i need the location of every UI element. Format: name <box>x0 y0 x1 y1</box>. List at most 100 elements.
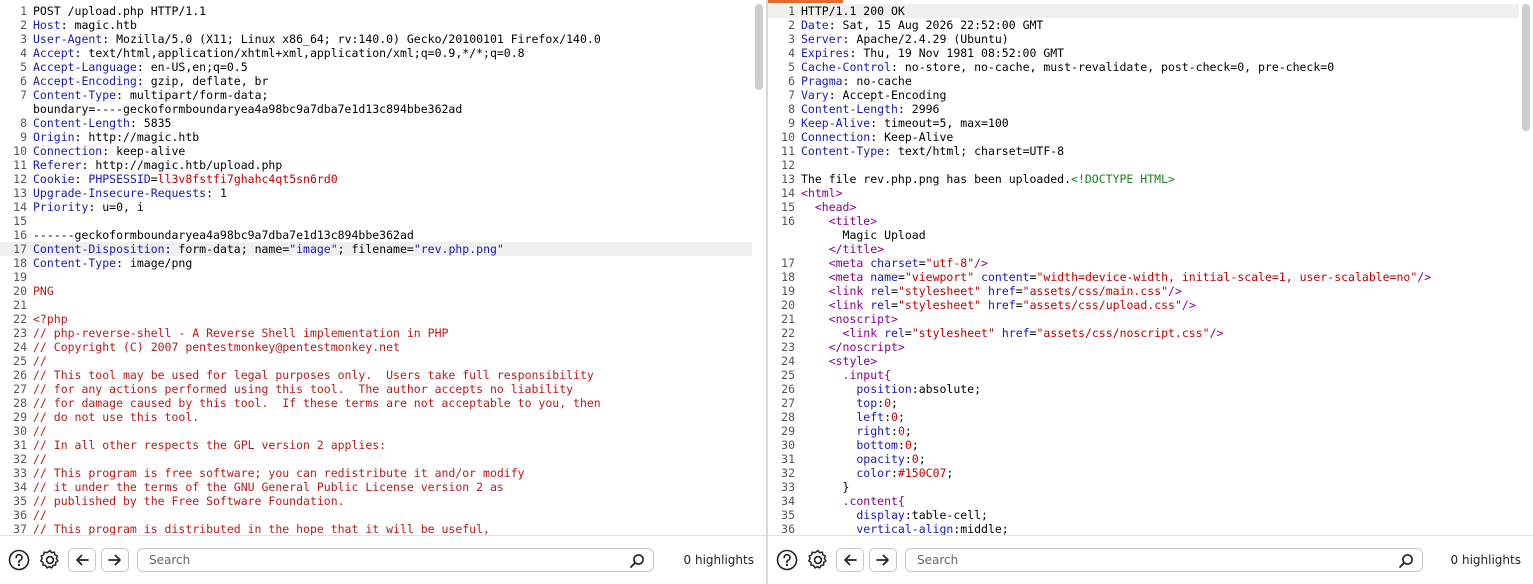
code-line[interactable]: 34 .content{ <box>768 494 1519 508</box>
line-code: Server: Apache/2.4.29 (Ubuntu) <box>801 32 1519 46</box>
gear-icon[interactable] <box>805 547 831 573</box>
code-line[interactable]: 33 } <box>768 480 1519 494</box>
code-line[interactable]: 37 // This program is distributed in the … <box>0 522 752 535</box>
code-line[interactable]: 5 Accept-Language: en-US,en;q=0.5 <box>0 60 752 74</box>
code-line[interactable]: 7 Vary: Accept-Encoding <box>768 88 1519 102</box>
code-line[interactable]: 21 <noscript> <box>768 312 1519 326</box>
request-search-input[interactable] <box>149 553 619 567</box>
next-button[interactable] <box>869 548 897 572</box>
code-line[interactable]: 12 <box>768 158 1519 172</box>
help-icon[interactable] <box>774 547 800 573</box>
code-line[interactable]: 16 ------geckoformboundaryea4a98bc9a7dba7… <box>0 228 752 242</box>
code-line[interactable]: 22 <link rel="stylesheet" href="assets/c… <box>768 326 1519 340</box>
code-line[interactable]: 18 <meta name="viewport" content="width=… <box>768 270 1519 284</box>
code-line[interactable]: 17 <meta charset="utf-8"/> <box>768 256 1519 270</box>
code-line[interactable]: 9 Origin: http://magic.htb <box>0 130 752 144</box>
code-line[interactable]: 28 left:0; <box>768 410 1519 424</box>
code-line[interactable]: 25 // <box>0 354 752 368</box>
code-line[interactable]: 19 <box>0 270 752 284</box>
code-line[interactable]: 24 // Copyright (C) 2007 pentestmonkey@pe… <box>0 340 752 354</box>
code-line[interactable]: 20 PNG <box>0 284 752 298</box>
code-line[interactable]: 21 <box>0 298 752 312</box>
response-search-input[interactable] <box>917 553 1387 567</box>
code-line[interactable]: 4 Expires: Thu, 19 Nov 1981 08:52:00 GMT <box>768 46 1519 60</box>
code-line[interactable]: 31 // In all other respects the GPL versi… <box>0 438 752 452</box>
code-line[interactable]: 16 <title> <box>768 214 1519 228</box>
code-line[interactable]: 8 Content-Length: 2996 <box>768 102 1519 116</box>
code-line[interactable]: 25 .input{ <box>768 368 1519 382</box>
code-line[interactable]: 33 // This program is free software; you … <box>0 466 752 480</box>
code-line[interactable]: 9 Keep-Alive: timeout=5, max=100 <box>768 116 1519 130</box>
code-line[interactable]: 2 Date: Sat, 15 Aug 2026 22:52:00 GMT <box>768 18 1519 32</box>
code-line[interactable]: 32 // <box>0 452 752 466</box>
code-line[interactable]: 36 vertical-align:middle; <box>768 522 1519 535</box>
code-line[interactable]: 29 right:0; <box>768 424 1519 438</box>
code-line[interactable]: 2 Host: magic.htb <box>0 18 752 32</box>
code-line[interactable]: 14 Priority: u=0, i <box>0 200 752 214</box>
code-line[interactable]: 3 User-Agent: Mozilla/5.0 (X11; Linux x86… <box>0 32 752 46</box>
code-line[interactable]: 22 <?php <box>0 312 752 326</box>
code-line[interactable]: 30 bottom:0; <box>768 438 1519 452</box>
help-icon[interactable] <box>6 547 32 573</box>
previous-button[interactable] <box>836 548 864 572</box>
code-line[interactable]: 8 Content-Length: 5835 <box>0 116 752 130</box>
search-icon[interactable] <box>1398 553 1414 572</box>
code-line[interactable]: 28 // for damage caused by this tool. If … <box>0 396 752 410</box>
code-line[interactable]: 4 Accept: text/html,application/xhtml+xml… <box>0 46 752 60</box>
response-editor[interactable]: 1 HTTP/1.1 200 OK 2 Date: Sat, 15 Aug 2026 … <box>768 4 1519 535</box>
code-line[interactable]: Magic Upload <box>768 228 1519 242</box>
code-line[interactable]: 17 Content-Disposition: form-data; name="… <box>0 242 752 256</box>
code-line[interactable]: 6 Accept-Encoding: gzip, deflate, br <box>0 74 752 88</box>
code-line[interactable]: 13 Upgrade-Insecure-Requests: 1 <box>0 186 752 200</box>
response-scrollbar[interactable] <box>1522 4 1530 535</box>
code-line[interactable]: 11 Content-Type: text/html; charset=UTF-8 <box>768 144 1519 158</box>
response-scrollbar-thumb[interactable] <box>1522 4 1530 131</box>
code-line[interactable]: 15 <head> <box>768 200 1519 214</box>
code-line[interactable]: 10 Connection: Keep-Alive <box>768 130 1519 144</box>
code-token: "viewport" <box>904 270 975 284</box>
code-line[interactable]: 3 Server: Apache/2.4.29 (Ubuntu) <box>768 32 1519 46</box>
request-scrollbar[interactable] <box>755 4 763 535</box>
code-line[interactable]: 34 // it under the terms of the GNU Gener… <box>0 480 752 494</box>
code-line[interactable]: 1 HTTP/1.1 200 OK <box>768 4 1519 18</box>
code-line[interactable]: 27 top:0; <box>768 396 1519 410</box>
response-search-box[interactable] <box>905 548 1423 572</box>
previous-button[interactable] <box>68 548 96 572</box>
code-line[interactable]: 24 <style> <box>768 354 1519 368</box>
code-line[interactable]: 27 // for any actions performed using thi… <box>0 382 752 396</box>
code-line[interactable]: 5 Cache-Control: no-store, no-cache, must… <box>768 60 1519 74</box>
code-line[interactable]: 29 // do not use this tool. <box>0 410 752 424</box>
code-line[interactable]: 11 Referer: http://magic.htb/upload.php <box>0 158 752 172</box>
code-line[interactable]: 7 Content-Type: multipart/form-data; <box>0 88 752 102</box>
code-line[interactable]: 19 <link rel="stylesheet" href="assets/c… <box>768 284 1519 298</box>
code-line[interactable]: 6 Pragma: no-cache <box>768 74 1519 88</box>
code-line[interactable]: 1 POST /upload.php HTTP/1.1 <box>0 4 752 18</box>
code-line[interactable]: 14 <html> <box>768 186 1519 200</box>
code-line[interactable]: boundary=----geckoformboundaryea4a98bc9a… <box>0 102 752 116</box>
code-line[interactable]: 12 Cookie: PHPSESSID=ll3v8fstfi7ghahc4qt5… <box>0 172 752 186</box>
code-line[interactable]: 26 // This tool may be used for legal pur… <box>0 368 752 382</box>
code-line[interactable]: 26 position:absolute; <box>768 382 1519 396</box>
search-icon[interactable] <box>629 553 645 572</box>
code-line[interactable]: 23 </noscript> <box>768 340 1519 354</box>
code-line[interactable]: 15 <box>0 214 752 228</box>
code-line[interactable]: 13 The file rev.php.png has been uploaded… <box>768 172 1519 186</box>
code-line[interactable]: </title> <box>768 242 1519 256</box>
request-editor[interactable]: 1 POST /upload.php HTTP/1.1 2 Host: magic.h… <box>0 4 752 535</box>
code-line[interactable]: 23 // php-reverse-shell - A Reverse Shell… <box>0 326 752 340</box>
code-line[interactable]: 30 // <box>0 424 752 438</box>
code-line[interactable]: 35 // published by the Free Software Foun… <box>0 494 752 508</box>
next-button[interactable] <box>101 548 129 572</box>
gear-icon[interactable] <box>37 547 63 573</box>
request-search-box[interactable] <box>137 548 654 572</box>
code-line[interactable]: 36 // <box>0 508 752 522</box>
code-line[interactable]: 31 opacity:0; <box>768 452 1519 466</box>
code-line[interactable]: 32 color:#150C07; <box>768 466 1519 480</box>
code-line[interactable]: 10 Connection: keep-alive <box>0 144 752 158</box>
code-line[interactable]: 35 display:table-cell; <box>768 508 1519 522</box>
code-line[interactable]: 20 <link rel="stylesheet" href="assets/c… <box>768 298 1519 312</box>
request-scrollbar-thumb[interactable] <box>755 4 763 90</box>
code-line[interactable]: 18 Content-Type: image/png <box>0 256 752 270</box>
line-number: 24 <box>13 340 27 354</box>
